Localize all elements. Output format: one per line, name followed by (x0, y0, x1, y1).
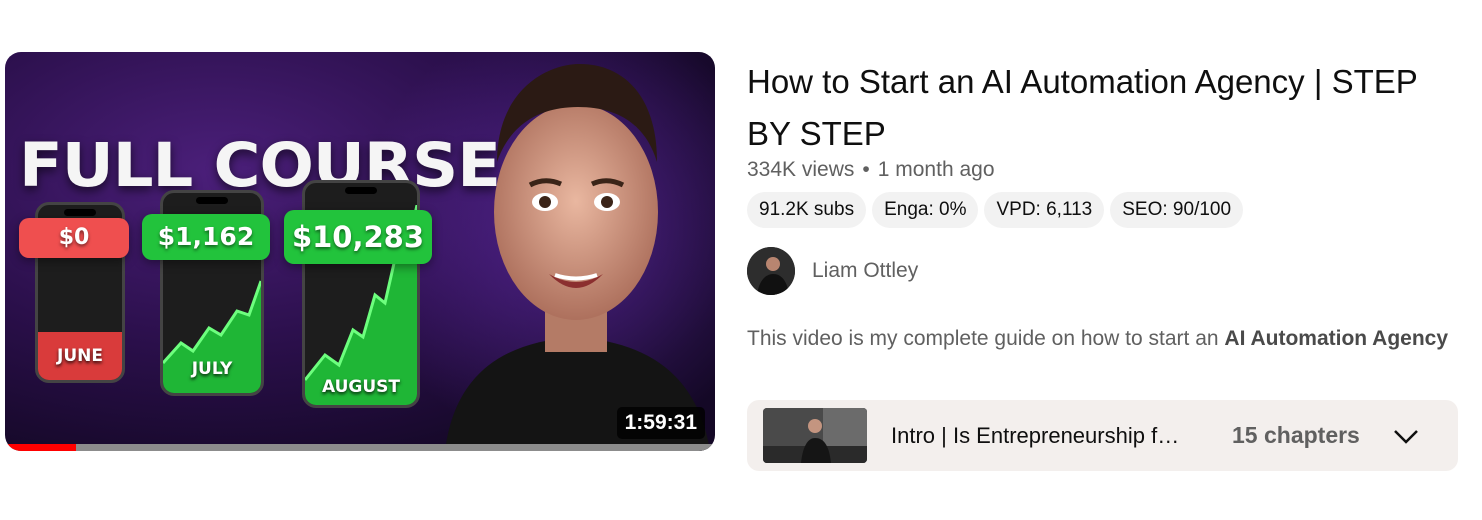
month-label-july: JULY (191, 359, 233, 379)
amount-badge-august: $10,283 (284, 210, 432, 264)
channel-avatar[interactable] (747, 247, 795, 295)
channel-name[interactable]: Liam Ottley (812, 259, 918, 283)
current-chapter-title: Intro | Is Entrepreneurship for you? (891, 423, 1191, 448)
chevron-down-icon[interactable] (1392, 424, 1420, 448)
phone-notch (196, 197, 228, 204)
presenter-image (445, 64, 710, 451)
month-label-june: JUNE (57, 346, 103, 366)
engagement-badge: Enga: 0% (872, 192, 979, 228)
seo-score-badge: SEO: 90/100 (1110, 192, 1244, 228)
watch-progress-track (5, 444, 715, 451)
chapters-panel[interactable]: Intro | Is Entrepreneurship for you? 15 … (747, 400, 1458, 471)
view-count: 334K views (747, 158, 855, 181)
chapter-thumbnail-image (763, 408, 867, 463)
month-label-august: AUGUST (321, 377, 401, 397)
video-thumbnail[interactable]: FULL COURSE JUNE JULY AUGUST $0 $1,162 $… (5, 52, 715, 451)
video-title[interactable]: How to Start an AI Automation Agency | S… (747, 56, 1447, 160)
watch-progress-fill (5, 444, 76, 451)
amount-badge-june: $0 (19, 218, 129, 258)
views-per-day-badge: VPD: 6,113 (984, 192, 1105, 228)
phone-notch (345, 187, 377, 194)
video-description-snippet[interactable]: This video is my complete guide on how t… (747, 327, 1452, 351)
duration-badge: 1:59:31 (616, 407, 705, 439)
amount-badge-july: $1,162 (142, 214, 270, 260)
channel-row[interactable]: Liam Ottley (747, 247, 918, 295)
thumbnail-headline: FULL COURSE (19, 130, 501, 202)
stats-badges: 91.2K subs Enga: 0% VPD: 6,113 SEO: 90/1… (747, 192, 1244, 228)
description-bold-text: AI Automation Agency (1224, 327, 1449, 350)
phone-notch (64, 209, 96, 216)
meta-separator: • (862, 158, 870, 181)
chapters-count: 15 chapters (1232, 422, 1360, 448)
video-metadata: 334K views • 1 month ago (747, 158, 995, 182)
subscribers-badge: 91.2K subs (747, 192, 867, 228)
upload-age: 1 month ago (877, 158, 995, 181)
chapter-thumbnail (763, 408, 867, 463)
description-text: This video is my complete guide on how t… (747, 327, 1225, 350)
avatar-image (747, 247, 795, 295)
